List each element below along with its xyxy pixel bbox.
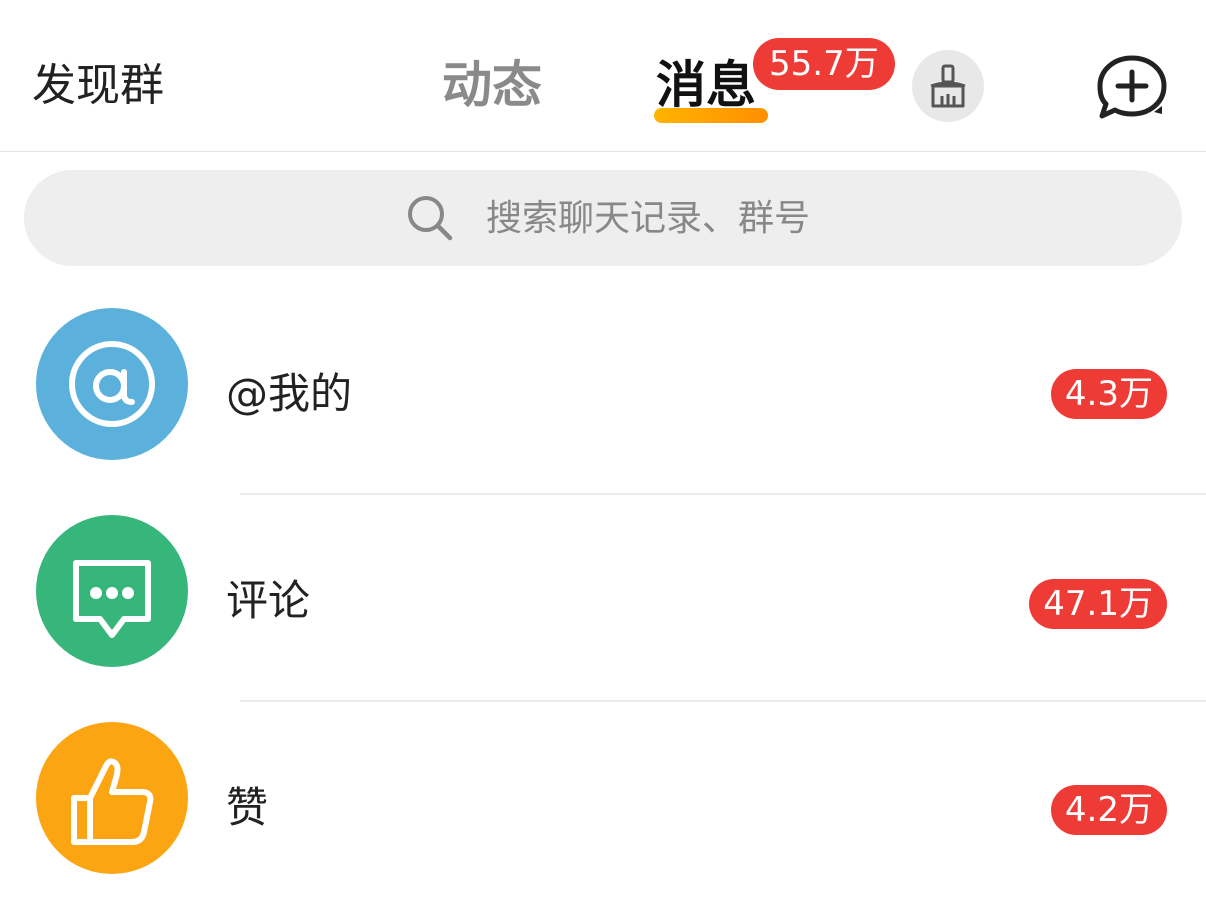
search-icon <box>408 196 453 241</box>
unread-badge: 47.1万 <box>1029 579 1167 629</box>
search-input[interactable] <box>486 188 1086 248</box>
list-item-label: @我的 <box>226 369 353 418</box>
comment-icon <box>73 560 151 638</box>
search-bar[interactable] <box>24 170 1182 266</box>
divider <box>240 700 1206 702</box>
likes-avatar <box>36 722 188 874</box>
list-item-mentions[interactable]: @我的 4.3万 <box>0 290 1206 496</box>
unread-badge: 4.2万 <box>1050 785 1167 835</box>
new-chat-button[interactable] <box>1092 52 1168 122</box>
top-bar: 发现群 动态 消息 55.7万 <box>0 0 1206 152</box>
broom-icon <box>930 64 966 108</box>
messages-unread-badge: 55.7万 <box>753 38 895 90</box>
discover-groups-link[interactable]: 发现群 <box>32 58 164 114</box>
mentions-avatar <box>36 308 188 460</box>
list-item-likes[interactable]: 赞 4.2万 <box>0 704 1206 910</box>
list-item-label: 赞 <box>226 783 269 832</box>
list-item-label: 评论 <box>226 576 311 625</box>
divider <box>240 493 1206 495</box>
clear-unread-button[interactable] <box>912 50 984 122</box>
comments-avatar <box>36 515 188 667</box>
active-tab-indicator <box>654 108 768 123</box>
thumbs-up-icon <box>71 758 154 845</box>
tab-dynamic[interactable]: 动态 <box>442 52 542 118</box>
list-item-comments[interactable]: 评论 47.1万 <box>0 497 1206 703</box>
unread-badge: 4.3万 <box>1050 369 1167 419</box>
at-icon <box>69 341 155 427</box>
chat-plus-icon <box>1097 55 1167 119</box>
